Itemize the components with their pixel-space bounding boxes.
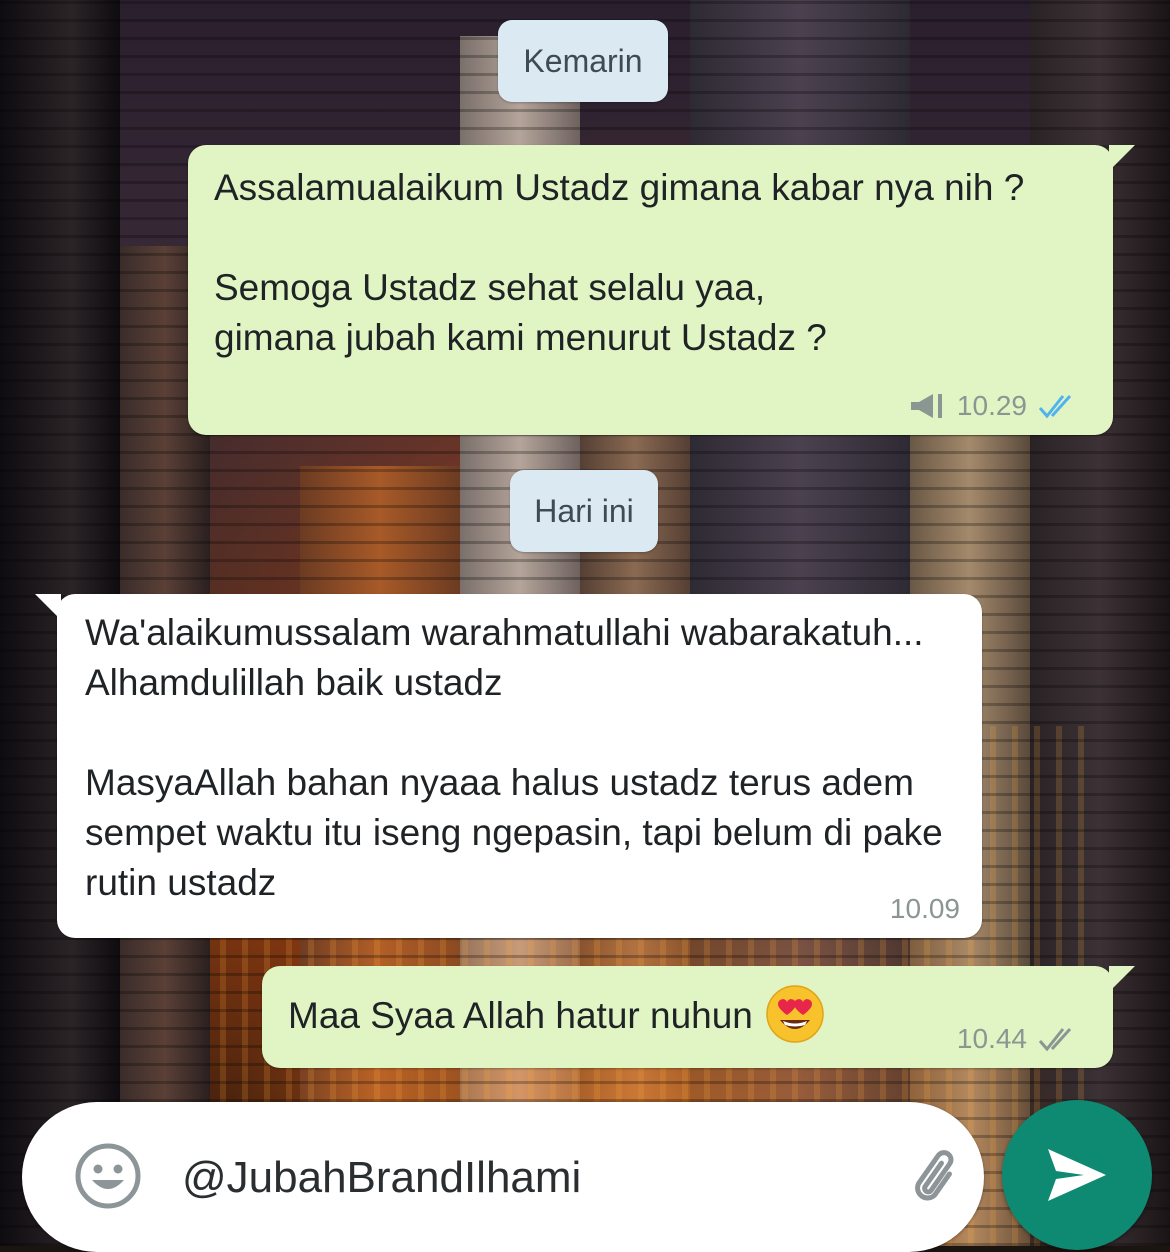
paperclip-icon[interactable] <box>902 1142 974 1214</box>
read-receipt-icon <box>1038 394 1072 419</box>
message-time: 10.29 <box>956 390 1027 421</box>
message-text: MasyaAllah bahan nyaaa halus ustadz teru… <box>85 762 943 903</box>
message-meta: 10.29 <box>909 391 1083 421</box>
message-composer <box>22 1102 984 1252</box>
delivered-receipt-icon <box>1038 1027 1072 1052</box>
message-time: 10.44 <box>956 1023 1027 1054</box>
message-time: 10.09 <box>889 893 960 924</box>
smiley-icon[interactable] <box>72 1140 144 1212</box>
message-bubble-incoming[interactable]: Wa'alaikumussalam warahmatullahi wabarak… <box>35 594 982 938</box>
date-chip-yesterday: Kemarin <box>498 20 668 102</box>
message-text: Maa Syaa Allah hatur nuhun <box>288 994 753 1036</box>
message-bubble-outgoing[interactable]: Assalamualaikum Ustadz gimana kabar nya … <box>188 145 1135 435</box>
message-bubble-outgoing[interactable]: Maa Syaa Allah hatur nuhun 10.44 <box>262 966 1135 1068</box>
date-chip-today: Hari ini <box>510 470 658 552</box>
message-text: Wa'alaikumussalam warahmatullahi wabarak… <box>85 612 924 703</box>
send-icon <box>1048 1149 1106 1201</box>
message-text: Assalamualaikum Ustadz gimana kabar nya … <box>214 167 1025 208</box>
heart-eyes-emoji-icon <box>766 985 824 1043</box>
megaphone-icon <box>910 394 942 418</box>
message-text: Semoga Ustadz sehat selalu yaa, gimana j… <box>214 267 827 358</box>
message-meta: 10.09 <box>890 894 960 924</box>
message-input[interactable] <box>182 1146 862 1210</box>
send-button[interactable] <box>1002 1100 1152 1250</box>
message-meta: 10.44 <box>957 1024 1083 1054</box>
